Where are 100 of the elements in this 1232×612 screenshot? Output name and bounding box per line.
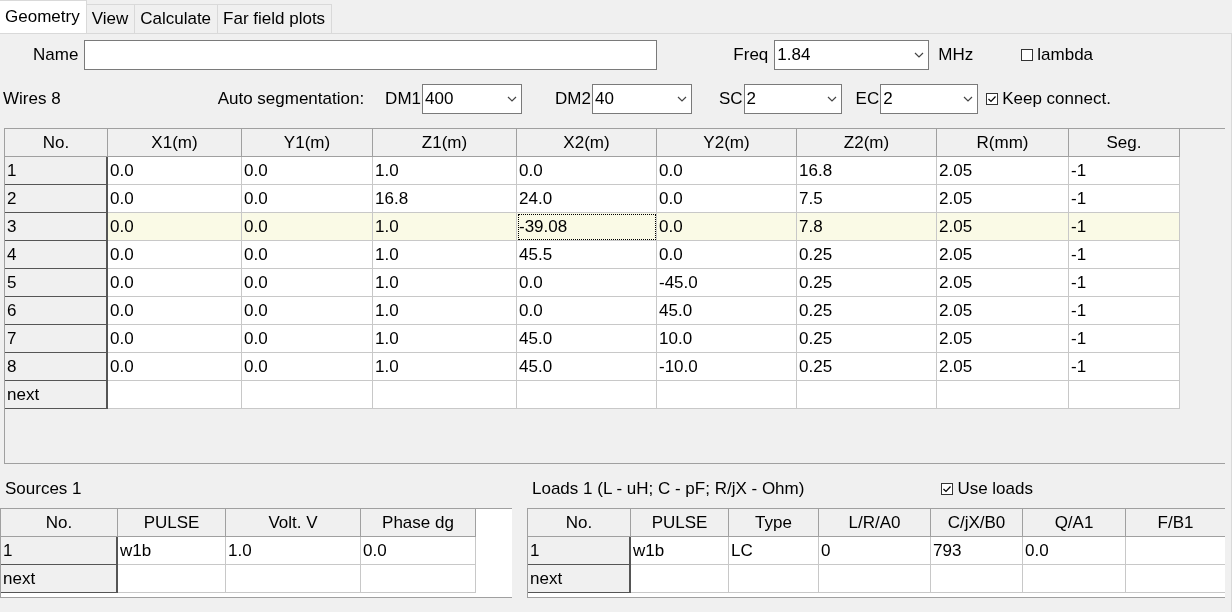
column-header[interactable]: Type — [729, 509, 819, 537]
table-cell[interactable]: 7.8 — [797, 213, 937, 241]
row-header[interactable]: 1 — [5, 157, 108, 185]
row-header[interactable]: 5 — [5, 269, 108, 297]
table-cell[interactable]: 45.0 — [657, 297, 797, 325]
column-header[interactable]: Z1(m) — [373, 129, 517, 157]
column-header[interactable]: No. — [1, 509, 118, 537]
column-header[interactable]: No. — [528, 509, 631, 537]
segmentation-dropdown[interactable]: 2 — [880, 84, 979, 114]
column-header[interactable]: Y2(m) — [657, 129, 797, 157]
table-cell[interactable]: 2.05 — [937, 353, 1069, 381]
table-cell[interactable]: 0.0 — [108, 325, 242, 353]
table-cell[interactable]: 16.8 — [797, 157, 937, 185]
table-cell[interactable]: 0.0 — [657, 185, 797, 213]
table-cell[interactable]: 0.0 — [242, 185, 373, 213]
column-header[interactable]: Y1(m) — [242, 129, 373, 157]
table-cell[interactable]: -1 — [1069, 241, 1180, 269]
table-cell[interactable]: w1b — [631, 537, 729, 565]
segmentation-dropdown[interactable]: 40 — [591, 84, 692, 114]
table-cell[interactable]: 0.0 — [242, 157, 373, 185]
table-cell[interactable]: 1.0 — [226, 537, 361, 565]
column-header[interactable]: Z2(m) — [797, 129, 937, 157]
table-cell[interactable]: 0.0 — [108, 269, 242, 297]
table-cell[interactable]: 0.0 — [1023, 537, 1126, 565]
row-header[interactable]: 4 — [5, 241, 108, 269]
row-header[interactable]: 2 — [5, 185, 108, 213]
table-cell[interactable]: 793 — [931, 537, 1023, 565]
row-header[interactable]: 7 — [5, 325, 108, 353]
column-header[interactable]: Phase dg — [361, 509, 476, 537]
table-cell[interactable]: 2.05 — [937, 269, 1069, 297]
table-cell[interactable]: 1.0 — [373, 353, 517, 381]
table-cell[interactable]: 45.0 — [517, 325, 657, 353]
table-cell[interactable]: -1 — [1069, 297, 1180, 325]
row-header[interactable]: next — [5, 381, 108, 409]
table-cell[interactable]: 1.0 — [373, 269, 517, 297]
table-cell[interactable]: 0.0 — [242, 213, 373, 241]
table-cell[interactable]: 0.0 — [361, 537, 476, 565]
table-cell[interactable]: 0.0 — [242, 353, 373, 381]
segmentation-dropdown[interactable]: 400 — [422, 84, 522, 114]
table-cell[interactable]: 2.05 — [937, 157, 1069, 185]
column-header[interactable]: Q/A1 — [1023, 509, 1126, 537]
table-cell[interactable]: -1 — [1069, 353, 1180, 381]
column-header[interactable]: Seg. — [1069, 129, 1180, 157]
table-cell[interactable]: -1 — [1069, 269, 1180, 297]
column-header[interactable]: R(mm) — [937, 129, 1069, 157]
table-cell[interactable]: 0.25 — [797, 297, 937, 325]
row-header[interactable]: 6 — [5, 297, 108, 325]
table-cell[interactable]: 0.0 — [108, 185, 242, 213]
freq-dropdown[interactable]: 1.84 — [774, 40, 930, 70]
row-header[interactable]: next — [1, 565, 118, 593]
column-header[interactable]: X2(m) — [517, 129, 657, 157]
table-cell[interactable]: -1 — [1069, 325, 1180, 353]
table-cell[interactable]: 0.0 — [517, 297, 657, 325]
table-cell[interactable]: 0.25 — [797, 269, 937, 297]
table-cell[interactable]: 2.05 — [937, 241, 1069, 269]
table-cell[interactable]: -1 — [1069, 185, 1180, 213]
table-cell[interactable]: 0.0 — [242, 241, 373, 269]
row-header[interactable]: 3 — [5, 213, 108, 241]
row-header[interactable]: 1 — [1, 537, 118, 565]
column-header[interactable]: L/R/A0 — [819, 509, 931, 537]
column-header[interactable]: F/B1 — [1126, 509, 1225, 537]
column-header[interactable]: X1(m) — [108, 129, 242, 157]
table-cell[interactable]: 2.05 — [937, 185, 1069, 213]
table-cell[interactable]: 2.05 — [937, 213, 1069, 241]
column-header[interactable]: PULSE — [118, 509, 226, 537]
table-cell[interactable]: 0.25 — [797, 325, 937, 353]
table-cell[interactable]: 16.8 — [373, 185, 517, 213]
segmentation-dropdown[interactable]: 2 — [743, 84, 842, 114]
table-cell[interactable]: 2.05 — [937, 325, 1069, 353]
column-header[interactable]: PULSE — [631, 509, 729, 537]
table-cell[interactable]: 2.05 — [937, 297, 1069, 325]
table-cell[interactable]: 0.0 — [108, 213, 242, 241]
table-cell[interactable]: 45.5 — [517, 241, 657, 269]
table-cell[interactable]: 1.0 — [373, 241, 517, 269]
table-cell[interactable]: -10.0 — [657, 353, 797, 381]
table-cell[interactable]: LC — [729, 537, 819, 565]
table-cell[interactable]: 0.0 — [657, 241, 797, 269]
column-header[interactable]: No. — [5, 129, 108, 157]
table-cell[interactable]: 7.5 — [797, 185, 937, 213]
table-cell[interactable]: 1.0 — [373, 297, 517, 325]
table-cell[interactable]: 0.0 — [108, 353, 242, 381]
table-cell[interactable]: 1.0 — [373, 157, 517, 185]
table-cell[interactable]: 0.0 — [242, 297, 373, 325]
table-cell[interactable]: 0.0 — [657, 213, 797, 241]
table-cell[interactable]: 0.0 — [242, 325, 373, 353]
table-cell[interactable]: 45.0 — [517, 353, 657, 381]
tab[interactable]: Geometry — [0, 0, 87, 33]
table-cell[interactable]: 0.0 — [517, 157, 657, 185]
table-cell[interactable]: -39.08 — [517, 213, 657, 241]
row-header[interactable]: next — [528, 565, 631, 593]
tab[interactable]: Far field plots — [217, 4, 333, 33]
table-cell[interactable]: 0.0 — [517, 269, 657, 297]
table-cell[interactable]: 0.25 — [797, 353, 937, 381]
table-cell[interactable]: 1.0 — [373, 325, 517, 353]
table-cell[interactable]: 0.25 — [797, 241, 937, 269]
row-header[interactable]: 8 — [5, 353, 108, 381]
table-cell[interactable]: 24.0 — [517, 185, 657, 213]
table-cell[interactable]: w1b — [118, 537, 226, 565]
table-cell[interactable]: 1.0 — [373, 213, 517, 241]
table-cell[interactable]: 0.0 — [108, 241, 242, 269]
